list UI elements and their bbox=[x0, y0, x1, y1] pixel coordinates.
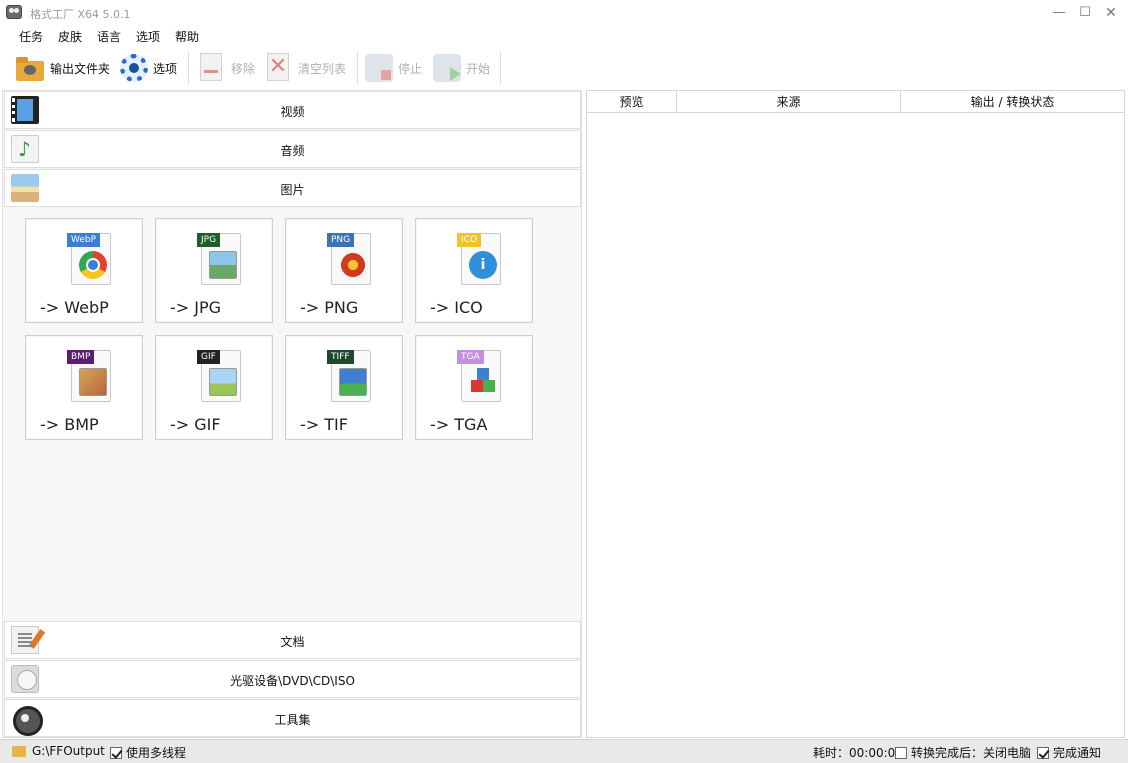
category-tools-label: 工具集 bbox=[274, 713, 311, 727]
convert-png-tile[interactable]: PNG -> PNG bbox=[285, 218, 403, 323]
start-button[interactable]: 开始 bbox=[431, 50, 490, 86]
window-title: 格式工厂 X64 5.0.1 bbox=[30, 8, 131, 21]
png-tile-label: -> PNG bbox=[300, 298, 359, 317]
elapsed-time: 耗时：00:00:00 bbox=[813, 744, 903, 761]
convert-bmp-tile[interactable]: BMP -> BMP bbox=[25, 335, 143, 440]
convert-tga-tile[interactable]: TGA -> TGA bbox=[415, 335, 533, 440]
category-video-label: 视频 bbox=[280, 105, 305, 119]
close-button[interactable]: ✕ bbox=[1098, 2, 1124, 24]
app-logo-icon bbox=[6, 5, 22, 19]
output-folder-label: 输出文件夹 bbox=[50, 61, 111, 76]
checkbox-checked-icon bbox=[110, 746, 122, 759]
category-audio-label: 音频 bbox=[280, 144, 305, 158]
toolbar: 输出文件夹 选项 移除 ✕ 清空列表 停止 开始 bbox=[0, 48, 1128, 88]
menu-skin[interactable]: 皮肤 bbox=[58, 28, 82, 45]
webp-file-icon: WebP bbox=[67, 229, 115, 289]
multithread-label: 使用多线程 bbox=[126, 746, 187, 760]
clear-list-button[interactable]: ✕ 清空列表 bbox=[263, 50, 346, 86]
category-document[interactable]: 文档 bbox=[4, 621, 581, 659]
tiff-file-icon: TIFF bbox=[327, 346, 375, 406]
webp-tile-label: -> WebP bbox=[40, 298, 109, 317]
elapsed-time-text: 耗时：00:00:00 bbox=[813, 746, 903, 760]
menu-options[interactable]: 选项 bbox=[136, 28, 160, 45]
menu-language[interactable]: 语言 bbox=[97, 28, 121, 45]
tga-tile-label: -> TGA bbox=[430, 415, 488, 434]
maximize-button[interactable]: ☐ bbox=[1072, 2, 1098, 24]
bmp-file-icon: BMP bbox=[67, 346, 115, 406]
after-complete-label: 转换完成后：关闭电脑 bbox=[911, 746, 1032, 760]
category-tools[interactable]: 工具集 bbox=[4, 699, 581, 737]
minimize-button[interactable]: — bbox=[1046, 2, 1072, 24]
remove-document-icon bbox=[196, 52, 228, 84]
convert-jpg-tile[interactable]: JPG -> JPG bbox=[155, 218, 273, 323]
category-optical-label: 光驱设备\DVD\CD\ISO bbox=[230, 674, 355, 688]
gear-icon bbox=[118, 52, 150, 84]
task-list[interactable]: 预览 来源 输出 / 转换状态 bbox=[586, 90, 1125, 738]
category-audio[interactable]: 音频 bbox=[4, 130, 581, 168]
menu-bar: 任务 皮肤 语言 选项 帮助 bbox=[0, 26, 1128, 46]
column-source[interactable]: 来源 bbox=[677, 91, 901, 113]
toolbar-divider bbox=[357, 52, 358, 84]
remove-button[interactable]: 移除 bbox=[196, 50, 255, 86]
output-path[interactable]: G:\FFOutput bbox=[12, 744, 105, 758]
clear-x-icon: ✕ bbox=[267, 53, 289, 81]
folder-icon bbox=[12, 745, 26, 757]
category-image-label: 图片 bbox=[280, 183, 305, 197]
status-bar: G:\FFOutput 使用多线程 耗时：00:00:00 转换完成后：关闭电脑… bbox=[0, 739, 1128, 763]
category-document-label: 文档 bbox=[280, 635, 305, 649]
ico-file-icon: ICO i bbox=[457, 229, 505, 289]
convert-ico-tile[interactable]: ICO i -> ICO bbox=[415, 218, 533, 323]
stop-button[interactable]: 停止 bbox=[363, 50, 422, 86]
category-image[interactable]: 图片 bbox=[4, 169, 581, 207]
start-label: 开始 bbox=[466, 61, 491, 76]
clear-list-label: 清空列表 bbox=[298, 61, 347, 76]
tga-file-icon: TGA bbox=[457, 346, 505, 406]
ico-tile-label: -> ICO bbox=[430, 298, 483, 317]
notify-label: 完成通知 bbox=[1053, 746, 1102, 760]
output-path-text: G:\FFOutput bbox=[32, 744, 105, 758]
jpg-file-icon: JPG bbox=[197, 229, 245, 289]
options-button[interactable]: 选项 bbox=[118, 50, 177, 86]
menu-task[interactable]: 任务 bbox=[19, 28, 43, 45]
toolbar-divider bbox=[500, 52, 501, 84]
remove-label: 移除 bbox=[231, 61, 256, 76]
menu-help[interactable]: 帮助 bbox=[175, 28, 199, 45]
output-folder-button[interactable]: 输出文件夹 bbox=[15, 50, 110, 86]
options-label: 选项 bbox=[153, 61, 178, 76]
folder-icon bbox=[15, 52, 47, 84]
convert-tif-tile[interactable]: TIFF -> TIF bbox=[285, 335, 403, 440]
column-preview[interactable]: 预览 bbox=[587, 91, 677, 113]
gif-file-icon: GIF bbox=[197, 346, 245, 406]
gif-tile-label: -> GIF bbox=[170, 415, 221, 434]
start-play-icon bbox=[431, 52, 463, 84]
convert-gif-tile[interactable]: GIF -> GIF bbox=[155, 335, 273, 440]
notify-checkbox[interactable]: 完成通知 bbox=[1037, 744, 1101, 761]
multithread-checkbox[interactable]: 使用多线程 bbox=[110, 744, 186, 761]
column-output-status[interactable]: 输出 / 转换状态 bbox=[901, 91, 1124, 113]
after-complete-checkbox[interactable]: 转换完成后：关闭电脑 bbox=[895, 744, 1031, 761]
png-file-icon: PNG bbox=[327, 229, 375, 289]
category-video[interactable]: 视频 bbox=[4, 91, 581, 129]
stop-label: 停止 bbox=[398, 61, 423, 76]
convert-webp-tile[interactable]: WebP -> WebP bbox=[25, 218, 143, 323]
bmp-tile-label: -> BMP bbox=[40, 415, 99, 434]
tif-tile-label: -> TIF bbox=[300, 415, 348, 434]
category-panel: 视频 音频 图片 WebP -> WebP JPG -> JPG PNG bbox=[2, 90, 582, 738]
jpg-tile-label: -> JPG bbox=[170, 298, 222, 317]
title-bar: 格式工厂 X64 5.0.1 — ☐ ✕ bbox=[0, 0, 1128, 26]
checkbox-checked-icon bbox=[1037, 746, 1049, 759]
toolbar-divider bbox=[188, 52, 189, 84]
stop-icon bbox=[363, 52, 395, 84]
checkbox-unchecked-icon bbox=[895, 746, 907, 759]
category-optical-drive[interactable]: 光驱设备\DVD\CD\ISO bbox=[4, 660, 581, 698]
